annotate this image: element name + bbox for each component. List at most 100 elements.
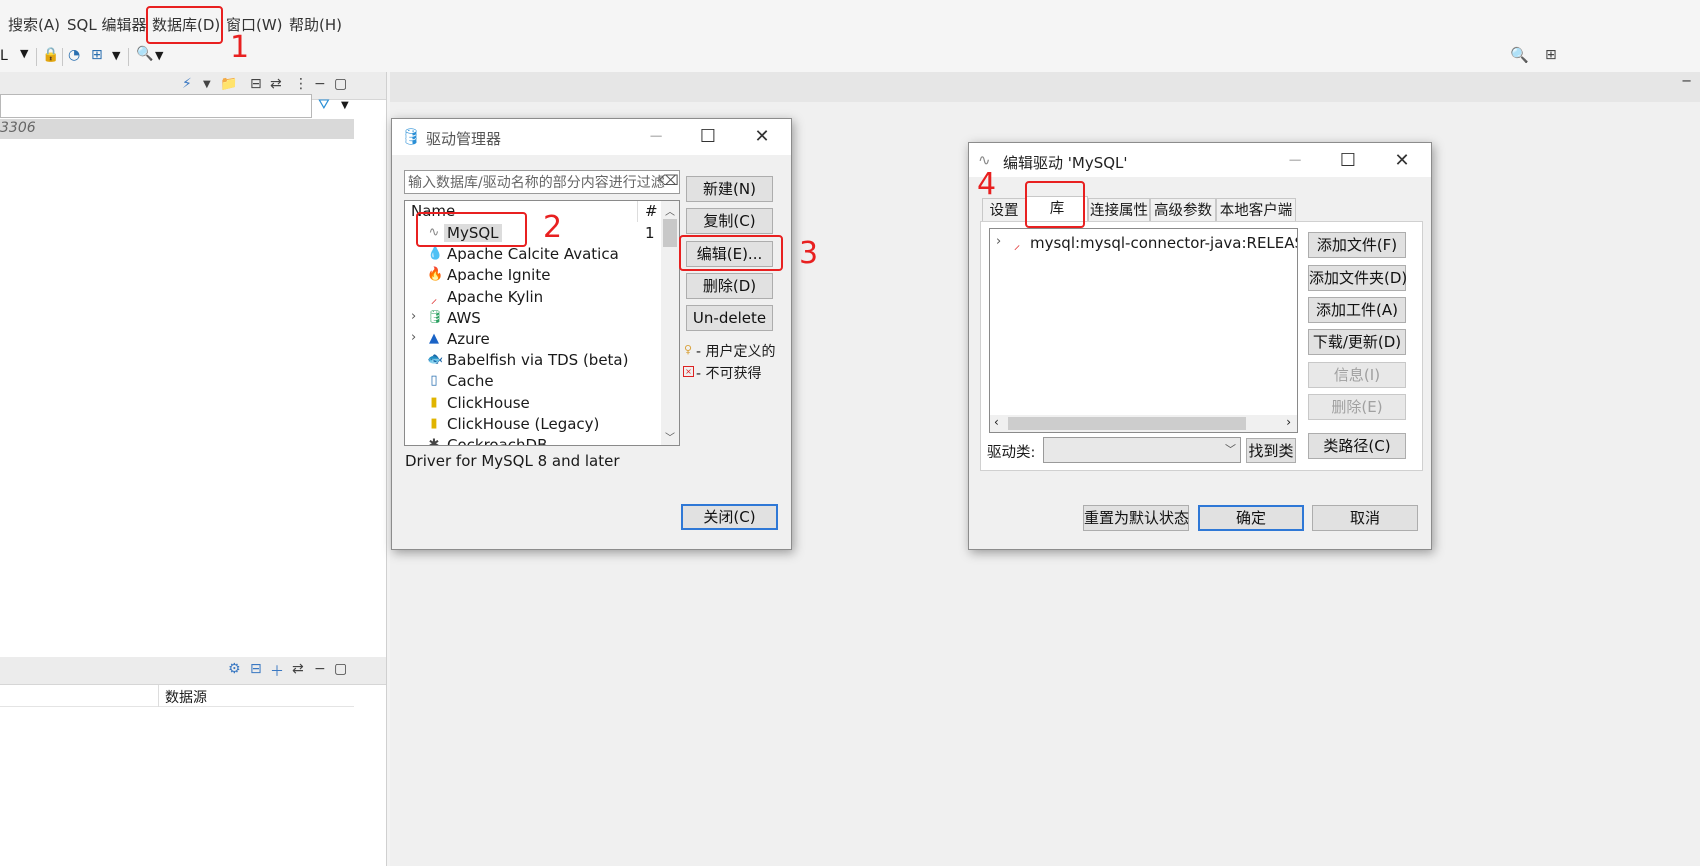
chevron-right-icon[interactable]: › bbox=[996, 234, 1001, 249]
maximize-icon[interactable]: ▢ bbox=[334, 661, 347, 677]
dialog-title: 编辑驱动 'MySQL' bbox=[1003, 154, 1128, 172]
menu-icon[interactable]: ⋮ bbox=[294, 76, 308, 92]
minimize-icon[interactable]: − bbox=[642, 125, 670, 149]
driver-list-item[interactable]: 🔥 Apache Ignite bbox=[405, 265, 661, 286]
driver-list-item[interactable]: 🐟 Babelfish via TDS (beta) bbox=[405, 350, 661, 371]
library-item[interactable]: › ⸝ mysql:mysql-connector-java:RELEASE [… bbox=[990, 233, 1297, 254]
chevron-down-icon[interactable]: ▼ bbox=[203, 79, 211, 90]
annotation-box-edit bbox=[679, 235, 783, 271]
add-file-button[interactable]: 添加文件(F) bbox=[1308, 232, 1406, 258]
driver-list-item[interactable]: 💧 Apache Calcite Avatica bbox=[405, 244, 661, 265]
maximize-icon[interactable]: ☐ bbox=[694, 125, 722, 149]
menu-help[interactable]: 帮助(H) bbox=[289, 14, 342, 35]
search-icon[interactable]: 🔍 bbox=[136, 46, 153, 62]
toolbar-combo-fragment[interactable]: L bbox=[0, 48, 8, 64]
annotation-number-1: 1 bbox=[230, 30, 250, 65]
eraser-icon[interactable]: ⌫ bbox=[659, 173, 679, 189]
link-icon[interactable]: ⇄ bbox=[270, 76, 282, 92]
connection-label: 3306 bbox=[0, 120, 36, 136]
delete-driver-button[interactable]: 删除(D) bbox=[686, 273, 773, 299]
menu-sql-editor[interactable]: SQL 编辑器 bbox=[67, 14, 146, 35]
chevron-left-icon[interactable]: ‹ bbox=[994, 415, 999, 429]
minimize-icon[interactable]: − bbox=[314, 76, 326, 92]
chevron-down-icon[interactable]: ﹀ bbox=[665, 429, 675, 444]
delete-library-button[interactable]: 删除(E) bbox=[1308, 394, 1406, 420]
find-class-button[interactable]: 找到类 bbox=[1246, 438, 1296, 463]
driver-list-item[interactable]: ▮ ClickHouse (Legacy) bbox=[405, 414, 661, 435]
driver-name: Apache Calcite Avatica bbox=[447, 245, 619, 264]
dashboard-icon[interactable]: ◔ bbox=[68, 47, 80, 63]
close-icon[interactable]: ✕ bbox=[1388, 149, 1416, 173]
add-icon[interactable]: ＋ bbox=[270, 661, 284, 681]
perspective-icon[interactable]: ⊞ bbox=[1545, 47, 1557, 63]
driver-list-item[interactable]: ⸝ Apache Kylin bbox=[405, 287, 661, 308]
library-hscrollbar[interactable]: ‹ › bbox=[990, 415, 1297, 432]
chevron-right-icon[interactable]: › bbox=[411, 309, 416, 324]
column-divider bbox=[158, 685, 159, 707]
close-dialog-button[interactable]: 关闭(C) bbox=[681, 504, 778, 530]
collapse-icon[interactable]: ⊟ bbox=[250, 661, 262, 677]
chevron-right-icon[interactable]: › bbox=[1286, 415, 1291, 429]
count-column-header[interactable]: # bbox=[645, 202, 658, 220]
unavailable-icon: × bbox=[683, 366, 694, 377]
download-update-button[interactable]: 下载/更新(D) bbox=[1308, 329, 1406, 355]
driver-list-item[interactable]: ▮ ClickHouse bbox=[405, 393, 661, 414]
chevron-down-icon[interactable]: ▼ bbox=[341, 100, 349, 111]
babelfish-icon: 🐟 bbox=[427, 352, 444, 368]
undelete-button[interactable]: Un-delete bbox=[686, 305, 773, 331]
copy-driver-button[interactable]: 复制(C) bbox=[686, 208, 773, 234]
minimize-icon[interactable]: − bbox=[1681, 74, 1692, 89]
chevron-down-icon[interactable]: ﹀ bbox=[1225, 441, 1236, 457]
folder-icon[interactable]: 📁 bbox=[220, 76, 237, 92]
cancel-button[interactable]: 取消 bbox=[1312, 505, 1418, 531]
driver-class-select[interactable] bbox=[1043, 437, 1241, 463]
minimize-icon[interactable]: − bbox=[314, 661, 326, 677]
legend-user-defined: - 用户定义的 bbox=[696, 344, 776, 360]
driver-list-item[interactable]: ✱ CockroachDB bbox=[405, 435, 661, 445]
azure-icon: ▲ bbox=[429, 331, 439, 346]
minimize-icon[interactable]: − bbox=[1281, 149, 1309, 173]
chevron-down-icon[interactable]: ▼ bbox=[112, 49, 120, 62]
datasource-column-header[interactable]: 数据源 bbox=[165, 687, 207, 707]
driver-list-item[interactable]: ▯ Cache bbox=[405, 371, 661, 392]
new-driver-button[interactable]: 新建(N) bbox=[686, 176, 773, 202]
chevron-down-icon[interactable]: ▼ bbox=[20, 47, 28, 60]
maximize-icon[interactable]: ☐ bbox=[1334, 149, 1362, 173]
ok-button[interactable]: 确定 bbox=[1198, 505, 1304, 531]
driver-list-item[interactable]: › ▲ Azure bbox=[405, 329, 661, 350]
reset-default-button[interactable]: 重置为默认状态 bbox=[1083, 505, 1189, 531]
lock-icon[interactable]: 🔒 bbox=[42, 47, 59, 63]
close-icon[interactable]: ✕ bbox=[748, 125, 776, 149]
driver-list-item[interactable]: › 🛢 AWS bbox=[405, 308, 661, 329]
tab-connection-properties[interactable]: 连接属性 bbox=[1088, 198, 1150, 222]
filter-icon[interactable]: ⛛ bbox=[318, 97, 330, 113]
tab-native-clients[interactable]: 本地客户端 bbox=[1216, 198, 1296, 222]
library-list[interactable]: › ⸝ mysql:mysql-connector-java:RELEASE [… bbox=[989, 228, 1298, 433]
info-button[interactable]: 信息(I) bbox=[1308, 362, 1406, 388]
classpath-button[interactable]: 类路径(C) bbox=[1308, 433, 1406, 459]
add-folder-button[interactable]: 添加文件夹(D) bbox=[1308, 265, 1407, 291]
tab-advanced-parameters[interactable]: 高级参数 bbox=[1150, 198, 1216, 222]
driver-list-scrollbar[interactable]: ︿ ﹀ bbox=[661, 201, 679, 445]
gear-icon[interactable]: ⚙ bbox=[228, 661, 241, 677]
main-toolbar: L ▼ 🔒 ◔ ⊞ ▼ 🔍 ▼ 🔍 ⊞ bbox=[0, 44, 1700, 72]
menu-search[interactable]: 搜索(A) bbox=[8, 14, 60, 35]
collapse-icon[interactable]: ⊟ bbox=[250, 76, 262, 92]
add-artifact-button[interactable]: 添加工件(A) bbox=[1308, 297, 1406, 323]
new-connection-icon[interactable]: ⚡ bbox=[182, 76, 192, 92]
scrollbar-thumb[interactable] bbox=[663, 219, 677, 247]
driver-search-input[interactable]: 输入数据库/驱动名称的部分内容进行过滤 bbox=[404, 170, 680, 194]
global-search-icon[interactable]: 🔍 bbox=[1510, 46, 1529, 64]
network-icon[interactable]: ⊞ bbox=[91, 47, 103, 63]
library-label: mysql:mysql-connector-java:RELEASE [8 bbox=[1030, 234, 1298, 252]
connection-row[interactable]: 3306 bbox=[0, 119, 354, 139]
chevron-right-icon[interactable]: › bbox=[411, 330, 416, 345]
link-icon[interactable]: ⇄ bbox=[292, 661, 304, 677]
scrollbar-thumb[interactable] bbox=[1008, 417, 1246, 430]
menu-bar: 搜索(A) SQL 编辑器 数据库(D) 窗口(W) 帮助(H) bbox=[0, 0, 1700, 44]
chevron-up-icon[interactable]: ︿ bbox=[665, 203, 675, 218]
chevron-down-icon[interactable]: ▼ bbox=[155, 49, 163, 62]
annotation-box-database-menu bbox=[146, 6, 223, 44]
maximize-icon[interactable]: ▢ bbox=[334, 76, 347, 92]
navigator-filter-input[interactable] bbox=[0, 94, 312, 118]
